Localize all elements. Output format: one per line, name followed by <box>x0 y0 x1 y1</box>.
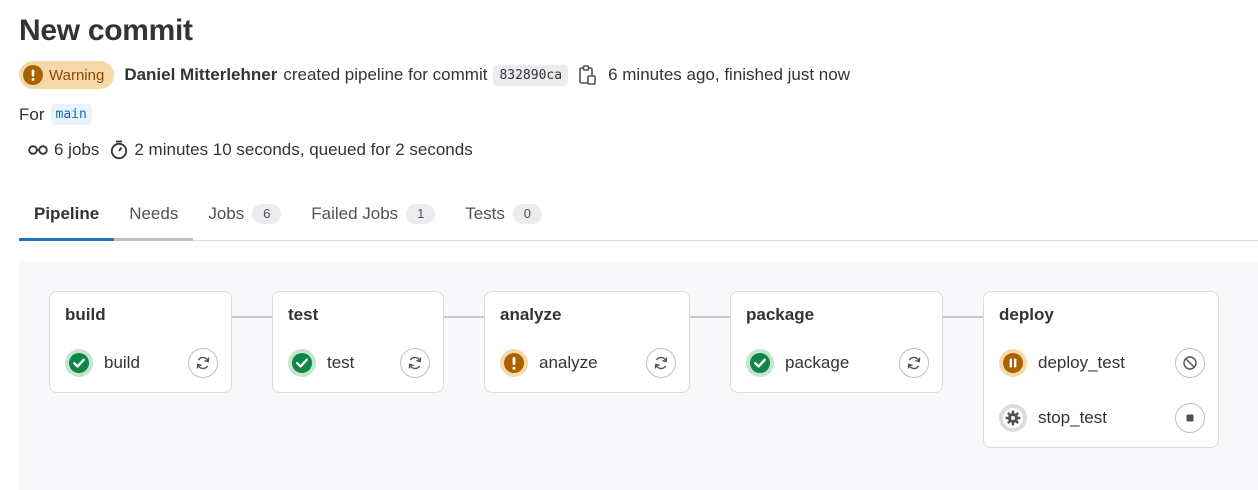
stage-title: deploy <box>999 305 1054 324</box>
success-icon <box>288 349 316 377</box>
tab-label: Failed Jobs <box>311 204 399 223</box>
for-label: For <box>19 104 45 124</box>
job-name: deploy_test <box>1038 353 1125 372</box>
retry-icon <box>654 356 668 370</box>
warning-icon <box>500 349 528 377</box>
copy-icon[interactable] <box>578 65 596 85</box>
status-badge-label: Warning <box>49 66 105 84</box>
job-stop-test[interactable]: stop_test <box>998 402 1205 434</box>
ref-row: For main <box>19 104 92 125</box>
job-name: test <box>327 353 355 372</box>
stage-connector <box>231 316 272 318</box>
tab-label: Pipeline <box>34 204 100 223</box>
stage-title: test <box>288 305 319 324</box>
tab-label: Needs <box>129 204 179 223</box>
job-test[interactable]: test <box>287 347 430 379</box>
job-name: build <box>104 353 140 372</box>
stage-connector <box>443 316 484 318</box>
pipeline-tabs: Pipeline Needs Jobs 6 Failed Jobs 1 Test… <box>19 188 1258 241</box>
tab-tests[interactable]: Tests 0 <box>450 188 557 240</box>
retry-button[interactable] <box>646 348 676 378</box>
tab-jobs[interactable]: Jobs 6 <box>193 188 296 240</box>
count-badge: 0 <box>512 204 542 224</box>
count-badge: 6 <box>252 204 282 224</box>
pipeline-icon <box>28 145 48 155</box>
duration-text: 2 minutes 10 seconds, queued for 2 secon… <box>134 140 473 159</box>
job-package[interactable]: package <box>745 347 929 379</box>
stage-analyze: analyze analyze <box>484 291 690 393</box>
stop-icon <box>1186 414 1194 422</box>
stage-connector <box>942 316 984 318</box>
warning-icon <box>23 65 43 85</box>
stage-package: package package <box>730 291 943 393</box>
job-name: package <box>785 353 850 372</box>
stage-title: package <box>746 305 815 324</box>
tab-pipeline[interactable]: Pipeline <box>19 188 115 241</box>
timer-icon <box>111 140 128 160</box>
count-badge: 1 <box>406 204 436 224</box>
retry-button[interactable] <box>899 348 929 378</box>
duration: 2 minutes 10 seconds, queued for 2 secon… <box>109 140 473 160</box>
pipeline-stats: 6 jobs 2 minutes 10 seconds, queued for … <box>28 140 483 160</box>
job-analyze[interactable]: analyze <box>499 347 676 379</box>
tab-needs[interactable]: Needs <box>114 188 194 241</box>
tab-label: Tests <box>465 204 505 223</box>
stage-title: build <box>65 305 106 324</box>
tab-failed-jobs[interactable]: Failed Jobs 1 <box>296 188 450 240</box>
success-icon <box>746 349 774 377</box>
job-name: analyze <box>539 353 598 372</box>
retry-button[interactable] <box>400 348 430 378</box>
stage-connector <box>689 316 731 318</box>
jobs-count-text: 6 jobs <box>54 140 100 159</box>
stage-test: test test <box>272 291 444 393</box>
manual-gear-icon <box>999 404 1027 432</box>
stage-title: analyze <box>500 305 562 324</box>
commit-sha[interactable]: 832890ca <box>493 64 569 86</box>
page-title: New commit <box>19 14 193 47</box>
branch-link[interactable]: main <box>50 104 92 125</box>
pipeline-graph: build build test test analyze analyze pa… <box>19 262 1258 490</box>
job-build[interactable]: build <box>64 347 218 379</box>
paused-icon <box>999 349 1027 377</box>
retry-button[interactable] <box>188 348 218 378</box>
tab-label: Jobs <box>208 204 245 223</box>
stop-button[interactable] <box>1175 403 1205 433</box>
jobs-count: 6 jobs <box>28 140 99 160</box>
success-icon <box>65 349 93 377</box>
job-deploy-test[interactable]: deploy_test <box>998 347 1205 379</box>
cancel-icon <box>1183 356 1197 370</box>
created-text: created pipeline for commit <box>283 65 488 84</box>
pipeline-meta: Warning Daniel Mitterlehner created pipe… <box>19 61 850 89</box>
cancel-button[interactable] <box>1175 348 1205 378</box>
retry-icon <box>196 356 210 370</box>
pipeline-time: 6 minutes ago, finished just now <box>608 65 850 84</box>
author-link[interactable]: Daniel Mitterlehner <box>124 65 277 85</box>
status-badge[interactable]: Warning <box>19 61 115 89</box>
stage-deploy: deploy deploy_test stop_test <box>983 291 1219 448</box>
stage-build: build build <box>49 291 232 393</box>
retry-icon <box>907 356 921 370</box>
retry-icon <box>408 356 422 370</box>
job-name: stop_test <box>1038 408 1107 427</box>
